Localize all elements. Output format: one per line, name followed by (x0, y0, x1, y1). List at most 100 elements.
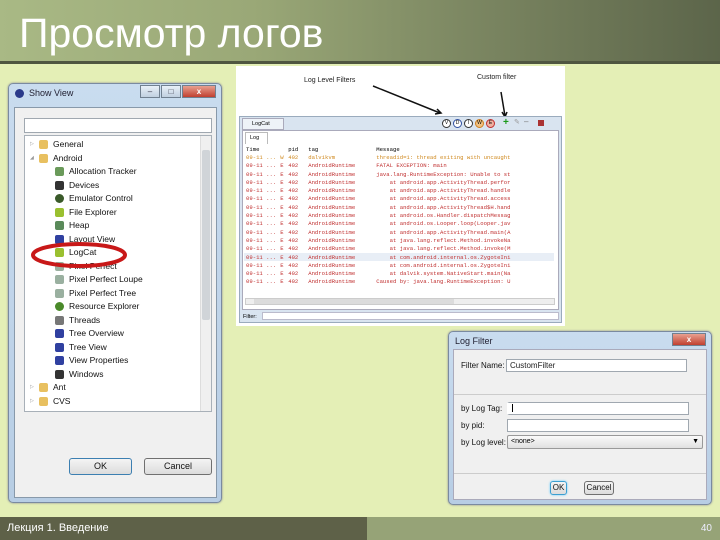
tree-item[interactable]: Threads (55, 314, 100, 327)
log-cell: 09-11 ... (246, 195, 277, 203)
tree-item[interactable]: File Explorer (55, 206, 117, 219)
tree-item-label: Allocation Tracker (69, 166, 137, 176)
log-row[interactable]: 09-11 ... E 402 AndroidRuntime at com.andro… (244, 252, 555, 262)
log-row[interactable]: 09-11 ... E 402 AndroidRuntime at android.a… (244, 203, 554, 211)
expand-closed-icon[interactable]: ▷ (30, 381, 39, 394)
log-cell: 402 (288, 278, 299, 286)
column-header[interactable]: tag (306, 145, 374, 153)
log-cell: AndroidRuntime (308, 170, 356, 178)
tree-item-label: Emulator Control (69, 193, 133, 203)
edit-filter-icon[interactable]: ✎ (514, 118, 520, 126)
close-button[interactable]: x (672, 333, 706, 346)
log-cell: E (280, 278, 284, 286)
log-row[interactable]: 09-11 ... E 402 AndroidRuntime at dalvik.sy… (244, 269, 554, 277)
clear-log-icon[interactable] (538, 120, 544, 126)
tree-item-label: Resource Explorer (69, 301, 140, 311)
tree-item[interactable]: Windows (55, 368, 103, 381)
log-cell: W (280, 153, 284, 161)
log-level-d-button[interactable]: D (453, 119, 462, 128)
log-cell: at java.lang.reflect.Method.invoke(M (376, 245, 511, 253)
log-cell: AndroidRuntime (308, 187, 356, 195)
ok-button[interactable]: OK (69, 458, 132, 475)
log-row[interactable]: 09-11 ... E 402 AndroidRuntime at android.o… (244, 211, 554, 219)
filter-name-input[interactable]: CustomFilter (506, 359, 687, 372)
pid-input[interactable] (507, 419, 689, 432)
add-filter-icon[interactable]: + (503, 117, 509, 128)
tree-item[interactable]: ▷ CVS (30, 395, 70, 408)
hierarchy-icon (55, 342, 64, 352)
tree-item[interactable]: Pixel Perfect Tree (55, 287, 136, 300)
maximize-button[interactable]: □ (161, 85, 181, 98)
log-cell: at dalvik.system.NativeStart.main(Na (376, 270, 511, 278)
log-row[interactable]: 09-11 ... E 402 AndroidRuntime FATAL EXCEPTI… (244, 162, 554, 170)
tree-item-label: File Explorer (69, 206, 117, 217)
log-cell: 09-11 ... (246, 170, 277, 178)
cancel-button[interactable]: Cancel (584, 481, 614, 495)
magnifier-icon (55, 288, 64, 298)
column-header[interactable] (278, 145, 286, 153)
log-level-select[interactable]: <none> ▼ (507, 435, 703, 449)
search-input[interactable] (24, 118, 212, 133)
log-cell: E (280, 245, 284, 253)
log-row[interactable]: 09-11 ... W 402 dalvikvm threadid=1: thread … (244, 153, 554, 161)
log-row[interactable]: 09-11 ... E 402 AndroidRuntime at android.a… (244, 186, 554, 194)
tree-item[interactable]: ▷ Ant (30, 381, 66, 394)
tree-item[interactable]: Tree Overview (55, 327, 124, 340)
tree-item[interactable]: Resource Explorer (55, 300, 139, 313)
log-row[interactable]: 09-11 ... E 402 AndroidRuntime java.lang.Run… (244, 170, 554, 178)
log-row[interactable]: 09-11 ... E 402 AndroidRuntime at android.o… (244, 220, 554, 228)
cancel-button[interactable]: Cancel (144, 458, 212, 475)
log-row[interactable]: 09-11 ... E 402 AndroidRuntime Caused by: ja… (244, 278, 554, 286)
log-cell: 09-11 ... (246, 203, 277, 211)
minimize-button[interactable]: – (140, 85, 160, 98)
close-button[interactable]: x (182, 85, 216, 98)
threads-icon (55, 315, 64, 325)
ok-button[interactable]: OK (550, 481, 567, 495)
filter-input[interactable] (262, 312, 559, 320)
log-cell: AndroidRuntime (308, 212, 356, 220)
log-row[interactable]: 09-11 ... E 402 AndroidRuntime at android.a… (244, 178, 554, 186)
tree-item[interactable]: ◢ Android (30, 152, 82, 165)
tree-item[interactable]: Heap (55, 219, 89, 232)
log-tab[interactable]: Log (245, 132, 268, 144)
dialog-title: Show View (29, 88, 74, 98)
expand-open-icon[interactable]: ◢ (30, 152, 39, 165)
log-tag-input[interactable] (507, 402, 689, 415)
log-row[interactable]: 09-11 ... E 402 AndroidRuntime at com.andro… (244, 261, 554, 269)
log-level-e-button[interactable]: E (486, 119, 495, 128)
tree-item[interactable]: Devices (55, 179, 99, 192)
tree-item[interactable]: Tree View (55, 341, 107, 354)
log-tag-label: by Log Tag: (461, 404, 503, 413)
log-row[interactable]: 09-11 ... E 402 AndroidRuntime at java.lang… (244, 245, 554, 253)
log-cell: 402 (288, 212, 299, 220)
log-table: Time pid tag Message 09-11 ... W 402 dalvikvm th… (244, 145, 555, 286)
logcat-tab[interactable]: LogCat (242, 118, 284, 130)
tree-item[interactable]: Allocation Tracker (55, 165, 137, 178)
tree-item[interactable]: ▷ General (30, 138, 83, 151)
log-level-i-button[interactable]: I (464, 119, 473, 128)
log-row[interactable]: 09-11 ... E 402 AndroidRuntime at java.lang… (244, 236, 554, 244)
tree-item-label: Tree View (69, 341, 107, 352)
expand-closed-icon[interactable]: ▷ (30, 138, 39, 151)
tree-item-label: Windows (69, 368, 104, 379)
pid-label: by pid: (461, 421, 485, 430)
tree-item[interactable]: View Properties (55, 354, 128, 367)
log-cell: at com.android.internal.os.ZygoteIni (376, 261, 511, 269)
horizontal-scrollbar[interactable] (245, 298, 555, 305)
delete-filter-icon[interactable]: – (524, 117, 528, 126)
log-cell: 09-11 ... (246, 212, 277, 220)
column-header[interactable]: Message (374, 145, 554, 153)
column-header[interactable]: Time (244, 145, 278, 153)
log-row[interactable]: 09-11 ... E 402 AndroidRuntime at android.a… (244, 195, 554, 203)
log-level-v-button[interactable]: V (442, 119, 451, 128)
log-row[interactable]: 09-11 ... E 402 AndroidRuntime at android.a… (244, 228, 554, 236)
hierarchy-icon (55, 356, 64, 365)
tree-item-label: Threads (69, 314, 101, 325)
log-level-w-button[interactable]: W (475, 119, 484, 128)
expand-closed-icon[interactable]: ▷ (30, 395, 39, 408)
tree-item[interactable]: Emulator Control (55, 192, 133, 205)
log-cell: AndroidRuntime (308, 228, 356, 236)
tree-item[interactable]: Pixel Perfect Loupe (55, 273, 143, 286)
column-header[interactable]: pid (286, 145, 306, 153)
vertical-scrollbar[interactable] (200, 136, 211, 411)
